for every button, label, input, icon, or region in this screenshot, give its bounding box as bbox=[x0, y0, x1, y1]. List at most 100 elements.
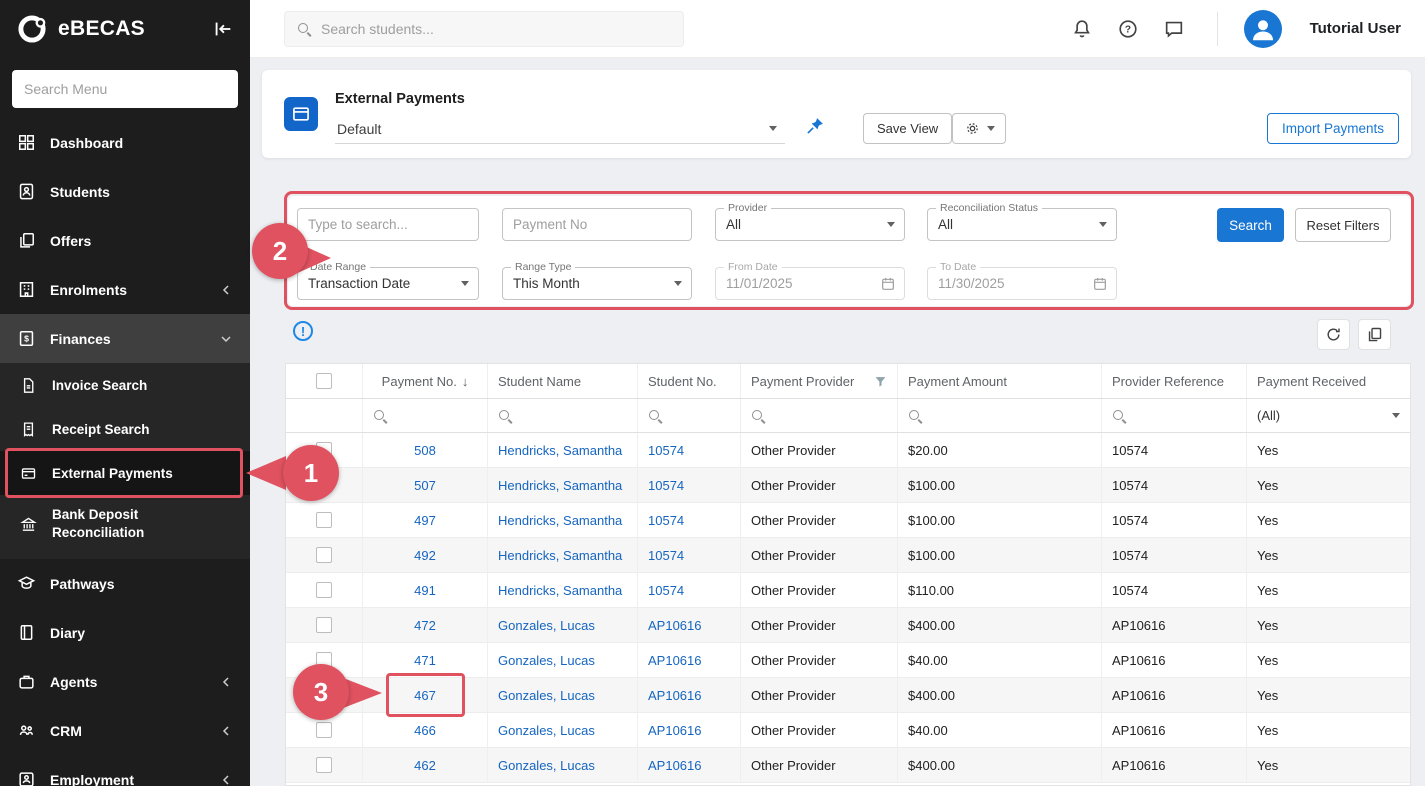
refresh-button[interactable] bbox=[1317, 319, 1350, 350]
sidebar-item-employment[interactable]: Employment bbox=[0, 755, 250, 786]
student-name-link[interactable]: Gonzales, Lucas bbox=[498, 618, 595, 633]
sidebar-item-agents[interactable]: Agents bbox=[0, 657, 250, 706]
to-date-field[interactable]: To Date 11/30/2025 bbox=[927, 267, 1117, 300]
provider-select[interactable]: Provider All bbox=[715, 208, 905, 241]
sidebar-item-bank-deposit-reconciliation[interactable]: Bank Deposit Reconciliation bbox=[0, 495, 250, 553]
export-copy-button[interactable] bbox=[1358, 319, 1391, 350]
sidebar-collapse-icon[interactable] bbox=[212, 18, 234, 40]
sidebar-item-external-payments[interactable]: External Payments bbox=[0, 451, 250, 495]
view-selector[interactable]: Default bbox=[335, 114, 785, 144]
student-name-link[interactable]: Gonzales, Lucas bbox=[498, 723, 595, 738]
filter-cell-payment-received[interactable]: (All) bbox=[1247, 399, 1410, 432]
student-no-link[interactable]: 10574 bbox=[648, 583, 684, 598]
col-payment-provider[interactable]: Payment Provider bbox=[741, 364, 898, 398]
view-settings-button[interactable] bbox=[952, 113, 1006, 144]
notifications-icon[interactable] bbox=[1071, 18, 1093, 40]
student-name-link[interactable]: Hendricks, Samantha bbox=[498, 583, 622, 598]
sidebar-item-enrolments[interactable]: Enrolments bbox=[0, 265, 250, 314]
sidebar-item-receipt-search[interactable]: Receipt Search bbox=[0, 407, 250, 451]
enrolments-icon bbox=[16, 280, 36, 300]
filter-cell-payment-amount[interactable] bbox=[898, 399, 1102, 432]
student-name-link[interactable]: Hendricks, Samantha bbox=[498, 513, 622, 528]
sidebar-search-input[interactable] bbox=[12, 70, 238, 108]
payment-no-link[interactable]: 491 bbox=[414, 583, 436, 598]
col-payment-no[interactable]: Payment No.↓ bbox=[363, 364, 488, 398]
reconciliation-status-select[interactable]: Reconciliation Status All bbox=[927, 208, 1117, 241]
sidebar-item-crm[interactable]: CRM bbox=[0, 706, 250, 755]
student-name-link[interactable]: Hendricks, Samantha bbox=[498, 478, 622, 493]
sidebar-item-offers[interactable]: Offers bbox=[0, 216, 250, 265]
student-no-link[interactable]: AP10616 bbox=[648, 653, 702, 668]
user-avatar[interactable] bbox=[1244, 10, 1282, 48]
payment-no-link[interactable]: 508 bbox=[414, 443, 436, 458]
save-view-button[interactable]: Save View bbox=[863, 113, 952, 144]
filter-cell-payment-no[interactable] bbox=[363, 399, 488, 432]
filter-funnel-icon[interactable] bbox=[874, 375, 887, 388]
row-checkbox[interactable] bbox=[316, 442, 332, 458]
row-checkbox[interactable] bbox=[316, 757, 332, 773]
payment-no-link[interactable]: 507 bbox=[414, 478, 436, 493]
student-name-link[interactable]: Gonzales, Lucas bbox=[498, 653, 595, 668]
payment-no-link[interactable]: 471 bbox=[414, 653, 436, 668]
student-no-link[interactable]: 10574 bbox=[648, 548, 684, 563]
sidebar-item-pathways[interactable]: Pathways bbox=[0, 559, 250, 608]
search-button[interactable]: Search bbox=[1217, 208, 1284, 242]
student-no-link[interactable]: 10574 bbox=[648, 443, 684, 458]
col-provider-reference[interactable]: Provider Reference bbox=[1102, 364, 1247, 398]
filter-cell-payment-provider[interactable] bbox=[741, 399, 898, 432]
student-no-link[interactable]: AP10616 bbox=[648, 758, 702, 773]
sidebar-item-dashboard[interactable]: Dashboard bbox=[0, 118, 250, 167]
col-payment-received[interactable]: Payment Received bbox=[1247, 364, 1410, 398]
payment-no-link[interactable]: 466 bbox=[414, 723, 436, 738]
info-icon[interactable]: ! bbox=[293, 321, 313, 341]
row-checkbox[interactable] bbox=[316, 512, 332, 528]
student-name-link[interactable]: Hendricks, Samantha bbox=[498, 548, 622, 563]
filter-cell-provider-reference[interactable] bbox=[1102, 399, 1247, 432]
col-student-no[interactable]: Student No. bbox=[638, 364, 741, 398]
student-search[interactable] bbox=[284, 11, 684, 47]
sidebar-item-finances[interactable]: $ Finances bbox=[0, 314, 250, 363]
filter-cell-student-name[interactable] bbox=[488, 399, 638, 432]
row-checkbox[interactable] bbox=[316, 477, 332, 493]
payment-no-link[interactable]: 497 bbox=[414, 513, 436, 528]
filter-cell-student-no[interactable] bbox=[638, 399, 741, 432]
payment-no-link[interactable]: 472 bbox=[414, 618, 436, 633]
chat-icon[interactable] bbox=[1163, 18, 1185, 40]
sidebar-item-students[interactable]: Students bbox=[0, 167, 250, 216]
pin-view-icon[interactable] bbox=[805, 116, 825, 136]
reset-filters-button[interactable]: Reset Filters bbox=[1295, 208, 1391, 242]
payment-no-link[interactable]: 492 bbox=[414, 548, 436, 563]
col-payment-amount[interactable]: Payment Amount bbox=[898, 364, 1102, 398]
filter-text-search-input[interactable] bbox=[297, 208, 479, 241]
student-name-link[interactable]: Gonzales, Lucas bbox=[498, 758, 595, 773]
row-checkbox[interactable] bbox=[316, 687, 332, 703]
student-no-link[interactable]: 10574 bbox=[648, 513, 684, 528]
filter-payment-no-input[interactable] bbox=[502, 208, 692, 241]
student-no-link[interactable]: AP10616 bbox=[648, 688, 702, 703]
range-type-select[interactable]: Range Type This Month bbox=[502, 267, 692, 300]
row-checkbox[interactable] bbox=[316, 652, 332, 668]
student-no-link[interactable]: AP10616 bbox=[648, 723, 702, 738]
payment-no-link[interactable]: 467 bbox=[414, 688, 436, 703]
student-no-link[interactable]: AP10616 bbox=[648, 618, 702, 633]
select-all-checkbox[interactable] bbox=[316, 373, 332, 389]
row-checkbox[interactable] bbox=[316, 722, 332, 738]
payment-amount-cell: $110.00 bbox=[898, 573, 1102, 607]
student-name-link[interactable]: Gonzales, Lucas bbox=[498, 688, 595, 703]
date-range-select[interactable]: Date Range Transaction Date bbox=[297, 267, 479, 300]
sidebar-item-invoice-search[interactable]: Invoice Search bbox=[0, 363, 250, 407]
from-date-field[interactable]: From Date 11/01/2025 bbox=[715, 267, 905, 300]
student-search-input[interactable] bbox=[321, 21, 671, 37]
table-row: 471 Gonzales, Lucas AP10616 Other Provid… bbox=[286, 643, 1410, 678]
row-checkbox[interactable] bbox=[316, 617, 332, 633]
student-no-link[interactable]: 10574 bbox=[648, 478, 684, 493]
row-checkbox[interactable] bbox=[316, 582, 332, 598]
sidebar-item-diary[interactable]: Diary bbox=[0, 608, 250, 657]
col-student-name[interactable]: Student Name bbox=[488, 364, 638, 398]
student-name-link[interactable]: Hendricks, Samantha bbox=[498, 443, 622, 458]
help-icon[interactable]: ? bbox=[1117, 18, 1139, 40]
import-payments-button[interactable]: Import Payments bbox=[1267, 113, 1399, 144]
row-checkbox[interactable] bbox=[316, 547, 332, 563]
payment-no-link[interactable]: 462 bbox=[414, 758, 436, 773]
table-row: 466 Gonzales, Lucas AP10616 Other Provid… bbox=[286, 713, 1410, 748]
